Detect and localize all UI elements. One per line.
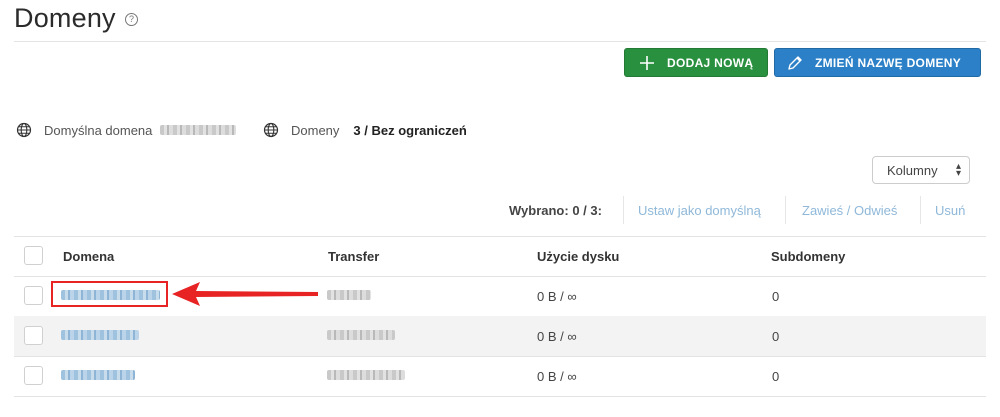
- pencil-icon: [788, 55, 802, 70]
- table-row: 0 B / ∞ 0: [14, 316, 986, 357]
- help-icon[interactable]: ?: [125, 13, 138, 26]
- table-row: 0 B / ∞ 0: [14, 356, 986, 397]
- transfer-value-redacted: [327, 370, 405, 380]
- delete-link[interactable]: Usuń: [935, 203, 965, 218]
- subdomains-value: 0: [772, 289, 780, 304]
- separator: [920, 196, 921, 224]
- rename-domain-label: ZMIEŃ NAZWĘ DOMENY: [815, 55, 962, 70]
- selection-count: Wybrano: 0 / 3:: [509, 203, 602, 218]
- rename-domain-button[interactable]: ZMIEŃ NAZWĘ DOMENY: [774, 48, 981, 77]
- columns-select-label: Kolumny: [887, 162, 938, 178]
- columns-select[interactable]: Kolumny ▴ ▾: [872, 156, 970, 184]
- table-header: Domena Transfer Użycie dysku Subdomeny: [14, 236, 986, 277]
- plus-icon: [640, 55, 654, 70]
- highlight-box: [51, 281, 168, 307]
- transfer-value-redacted: [327, 290, 371, 300]
- domain-link-redacted[interactable]: [61, 330, 139, 340]
- title-divider: [14, 41, 986, 42]
- domains-label: Domeny: [291, 122, 340, 138]
- set-default-link[interactable]: Ustaw jako domyślną: [638, 203, 761, 218]
- header-disk-usage[interactable]: Użycie dysku: [537, 249, 619, 264]
- row-checkbox[interactable]: [24, 366, 43, 385]
- header-transfer[interactable]: Transfer: [328, 249, 379, 264]
- add-domain-label: DODAJ NOWĄ: [667, 55, 754, 70]
- select-all-checkbox[interactable]: [24, 246, 43, 265]
- globe-icon: [263, 122, 279, 138]
- suspend-link[interactable]: Zawieś / Odwieś: [802, 203, 897, 218]
- disk-usage-value: 0 B / ∞: [537, 289, 577, 304]
- disk-usage-value: 0 B / ∞: [537, 369, 577, 384]
- pointer-arrow-icon: [172, 282, 318, 306]
- default-domain-value-redacted: [160, 125, 237, 135]
- domains-value: 3 / Bez ograniczeń: [353, 122, 467, 138]
- page-title: Domeny: [14, 3, 116, 33]
- separator: [785, 196, 786, 224]
- row-checkbox[interactable]: [24, 286, 43, 305]
- add-domain-button[interactable]: DODAJ NOWĄ: [624, 48, 768, 77]
- globe-icon: [16, 122, 32, 138]
- header-domain[interactable]: Domena: [63, 249, 114, 264]
- separator: [623, 196, 624, 224]
- subdomains-value: 0: [772, 329, 780, 344]
- default-domain-label: Domyślna domena: [44, 122, 153, 138]
- domain-link-redacted[interactable]: [61, 370, 135, 380]
- default-domain-info: Domyślna domena: [16, 122, 237, 138]
- row-checkbox[interactable]: [24, 326, 43, 345]
- sort-arrows-icon: ▴ ▾: [955, 161, 961, 179]
- transfer-value-redacted: [327, 330, 395, 340]
- header-subdomains[interactable]: Subdomeny: [771, 249, 845, 264]
- domains-count-info: Domeny 3 / Bez ograniczeń: [263, 122, 467, 138]
- subdomains-value: 0: [772, 369, 780, 384]
- disk-usage-value: 0 B / ∞: [537, 329, 577, 344]
